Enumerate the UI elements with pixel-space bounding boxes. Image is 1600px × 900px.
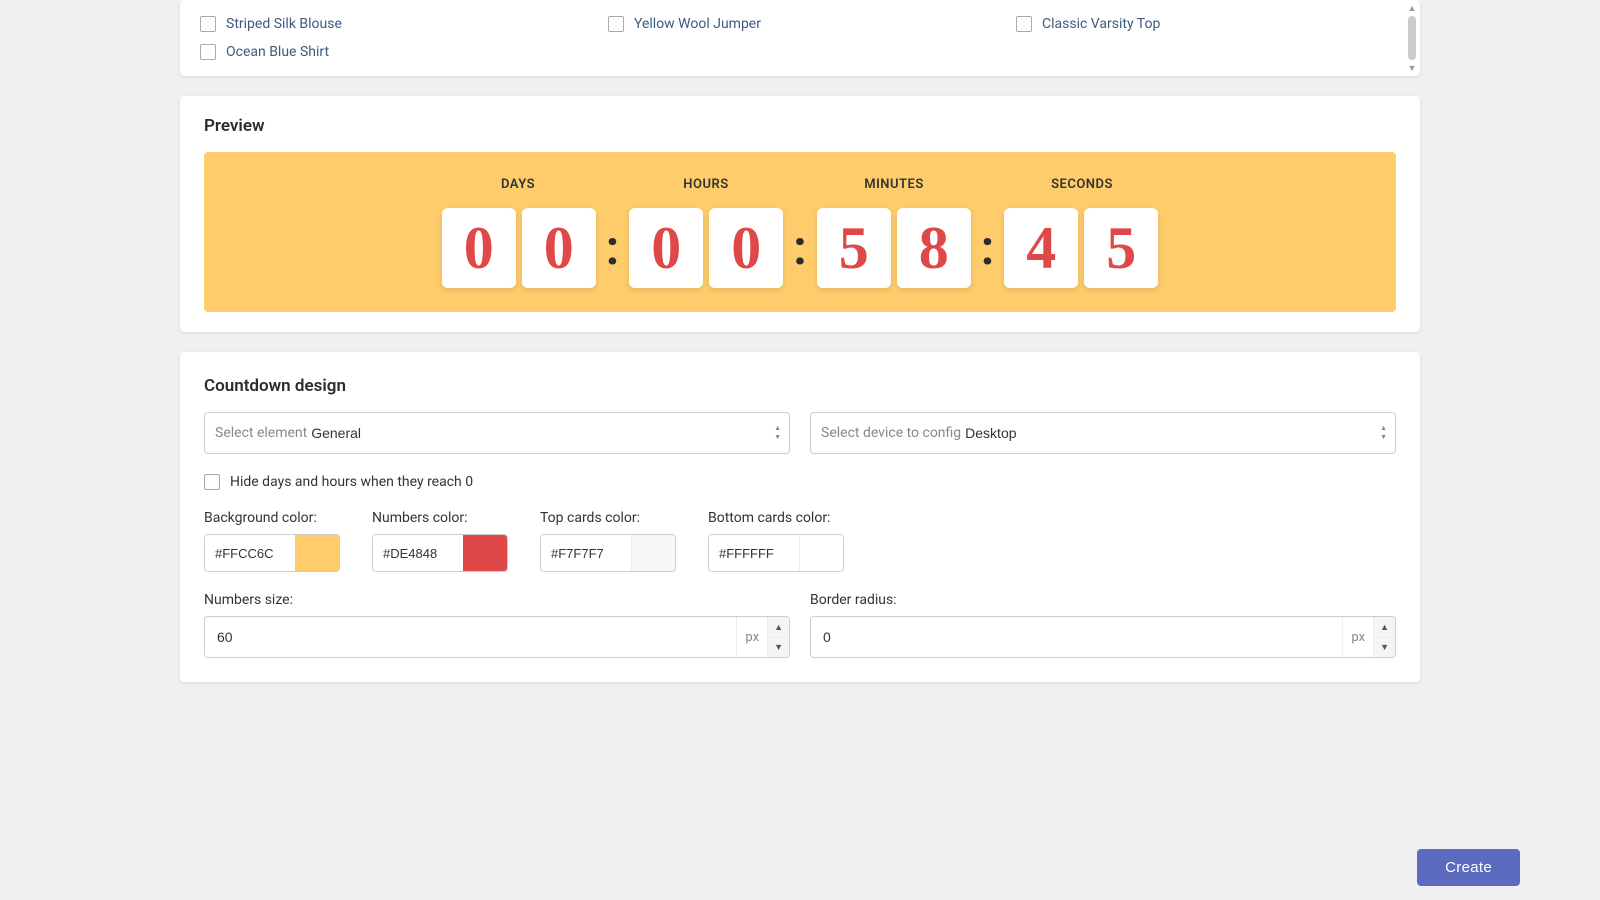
countdown-preview: DAYS HOURS MINUTES SECONDS 0 — [204, 152, 1396, 312]
select-device-prefix: Select device to config — [821, 425, 961, 441]
bottom-cards-color-group: Bottom cards color: — [708, 510, 844, 572]
numbers-size-stepper[interactable]: ▲ ▼ — [767, 617, 789, 657]
product-grid: Striped Silk Blouse Yellow Wool Jumper C… — [200, 16, 1400, 60]
border-radius-input-row: px ▲ ▼ — [810, 616, 1396, 658]
colon-minutes-seconds: : — [981, 224, 995, 272]
design-title: Countdown design — [204, 376, 1396, 396]
digit-seconds-ones-value: 5 — [1106, 218, 1136, 278]
select-element[interactable]: General Days Hours Minutes Seconds — [311, 425, 779, 441]
hide-checkbox-row: Hide days and hours when they reach 0 — [204, 474, 1396, 490]
digit-days-ones: 0 — [522, 208, 596, 288]
digit-minutes-ones-value: 8 — [919, 218, 949, 278]
border-radius-stepper[interactable]: ▲ ▼ — [1373, 617, 1395, 657]
product-checkbox-ocean-blue-shirt[interactable] — [200, 44, 216, 60]
top-cards-color-group: Top cards color: — [540, 510, 676, 572]
numbers-color-label: Numbers color: — [372, 510, 508, 526]
border-radius-up[interactable]: ▲ — [1374, 617, 1395, 637]
product-checkbox-yellow-wool-jumper[interactable] — [608, 16, 624, 32]
top-cards-color-input-row — [540, 534, 676, 572]
numbers-color-group: Numbers color: — [372, 510, 508, 572]
product-list-card: Striped Silk Blouse Yellow Wool Jumper C… — [180, 0, 1420, 76]
numbers-size-down[interactable]: ▼ — [768, 637, 789, 658]
bg-color-hex-input[interactable] — [205, 535, 295, 571]
bottom-cards-color-hex-input[interactable] — [709, 535, 799, 571]
border-radius-unit: px — [1342, 617, 1373, 657]
select-element-wrapper[interactable]: Select element General Days Hours Minute… — [204, 412, 790, 454]
top-cards-color-swatch[interactable] — [631, 534, 675, 572]
numbers-size-input[interactable] — [205, 617, 736, 657]
numbers-color-swatch[interactable] — [463, 534, 507, 572]
digit-hours-tens-value: 0 — [651, 218, 681, 278]
product-label-ocean-blue-shirt: Ocean Blue Shirt — [226, 44, 329, 60]
digit-hours-ones: 0 — [709, 208, 783, 288]
footer-bar: Create — [0, 835, 1600, 900]
hours-label: HOURS — [683, 177, 728, 192]
product-item-ocean-blue-shirt: Ocean Blue Shirt — [200, 44, 584, 60]
border-radius-down[interactable]: ▼ — [1374, 637, 1395, 658]
product-item-yellow-wool-jumper: Yellow Wool Jumper — [608, 16, 992, 32]
hide-checkbox-label: Hide days and hours when they reach 0 — [230, 474, 473, 490]
product-label-striped-silk-blouse: Striped Silk Blouse — [226, 16, 342, 32]
numbers-size-unit: px — [736, 617, 767, 657]
digit-minutes-ones: 8 — [897, 208, 971, 288]
digit-days-tens: 0 — [442, 208, 516, 288]
digit-days-ones-value: 0 — [544, 218, 574, 278]
digit-hours-tens: 0 — [629, 208, 703, 288]
bg-color-input-row — [204, 534, 340, 572]
preview-card: Preview DAYS HOURS MINUTES SECONDS — [180, 96, 1420, 332]
select-device-wrapper[interactable]: Select device to config Desktop Mobile T… — [810, 412, 1396, 454]
select-device[interactable]: Desktop Mobile Tablet — [965, 425, 1385, 441]
top-cards-color-label: Top cards color: — [540, 510, 676, 526]
bg-color-swatch[interactable] — [295, 534, 339, 572]
bg-color-label: Background color: — [204, 510, 340, 526]
numbers-size-label: Numbers size: — [204, 592, 790, 608]
numbers-color-input-row — [372, 534, 508, 572]
product-label-yellow-wool-jumper: Yellow Wool Jumper — [634, 16, 761, 32]
numbers-size-group: Numbers size: px ▲ ▼ — [204, 592, 790, 658]
scroll-up-arrow[interactable]: ▲ — [1407, 4, 1417, 12]
colon-days-hours: : — [606, 224, 620, 272]
countdown-digits: 0 0 : 0 0 : 5 — [442, 208, 1159, 288]
digit-seconds-ones: 5 — [1084, 208, 1158, 288]
border-radius-label: Border radius: — [810, 592, 1396, 608]
digit-days-tens-value: 0 — [464, 218, 494, 278]
numbers-size-up[interactable]: ▲ — [768, 617, 789, 637]
digit-seconds-tens-value: 4 — [1026, 218, 1056, 278]
border-radius-group: Border radius: px ▲ ▼ — [810, 592, 1396, 658]
product-item-striped-silk-blouse: Striped Silk Blouse — [200, 16, 584, 32]
product-checkbox-classic-varsity-top[interactable] — [1016, 16, 1032, 32]
scroll-down-arrow[interactable]: ▼ — [1407, 64, 1417, 72]
digit-seconds-tens: 4 — [1004, 208, 1078, 288]
days-label: DAYS — [501, 177, 535, 192]
size-section: Numbers size: px ▲ ▼ Border radius: px — [204, 592, 1396, 658]
create-button[interactable]: Create — [1417, 849, 1520, 886]
digit-hours-ones-value: 0 — [731, 218, 761, 278]
digit-minutes-tens: 5 — [817, 208, 891, 288]
bottom-cards-color-label: Bottom cards color: — [708, 510, 844, 526]
minutes-label: MINUTES — [864, 177, 924, 192]
hide-checkbox[interactable] — [204, 474, 220, 490]
numbers-size-input-row: px ▲ ▼ — [204, 616, 790, 658]
scrollbar[interactable]: ▲ ▼ — [1408, 0, 1416, 76]
product-label-classic-varsity-top: Classic Varsity Top — [1042, 16, 1160, 32]
numbers-color-hex-input[interactable] — [373, 535, 463, 571]
bottom-cards-color-swatch[interactable] — [799, 534, 843, 572]
bg-color-group: Background color: — [204, 510, 340, 572]
select-element-prefix: Select element — [215, 425, 307, 441]
seconds-label: SECONDS — [1051, 177, 1113, 192]
design-card: Countdown design Select element General … — [180, 352, 1420, 682]
preview-title: Preview — [204, 116, 1396, 136]
product-checkbox-striped-silk-blouse[interactable] — [200, 16, 216, 32]
digit-minutes-tens-value: 5 — [839, 218, 869, 278]
bottom-cards-color-input-row — [708, 534, 844, 572]
select-row: Select element General Days Hours Minute… — [204, 412, 1396, 454]
product-item-classic-varsity-top: Classic Varsity Top — [1016, 16, 1400, 32]
scrollbar-thumb[interactable] — [1408, 16, 1416, 60]
border-radius-input[interactable] — [811, 617, 1342, 657]
top-cards-color-hex-input[interactable] — [541, 535, 631, 571]
colon-hours-minutes: : — [793, 224, 807, 272]
color-section: Background color: Numbers color: Top car… — [204, 510, 1396, 572]
